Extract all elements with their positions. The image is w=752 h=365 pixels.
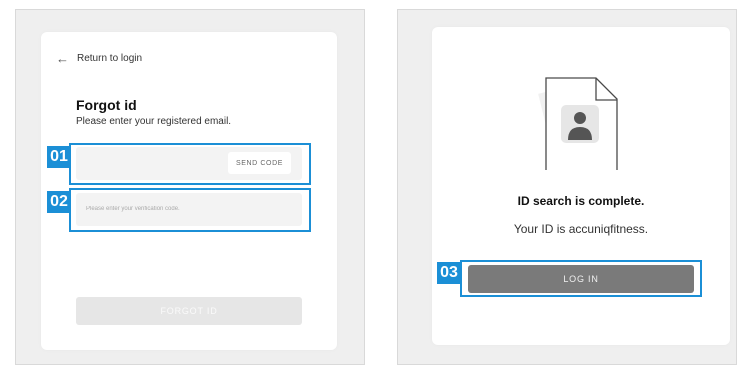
return-to-login-link[interactable]: ← Return to login [56,52,142,65]
annotation-tag-02: 02 [47,191,71,213]
arrow-left-icon: ← [56,51,69,66]
result-message: Your ID is accuniqfitness. [513,222,649,236]
page-subtitle: Please enter your registered email. [76,116,232,127]
annotation-highlight-02 [69,188,311,232]
annotation-tag-01: 01 [47,146,71,168]
annotation-highlight-01 [69,143,311,185]
annotation-tag-03: 03 [437,262,461,284]
result-title: ID search is complete. [517,194,645,208]
annotation-highlight-03 [460,260,702,297]
profile-document-icon [533,70,633,172]
page-title: Forgot id [76,97,137,113]
return-to-login-label: Return to login [77,53,143,64]
forgot-id-button[interactable]: FORGOT ID [76,297,302,325]
